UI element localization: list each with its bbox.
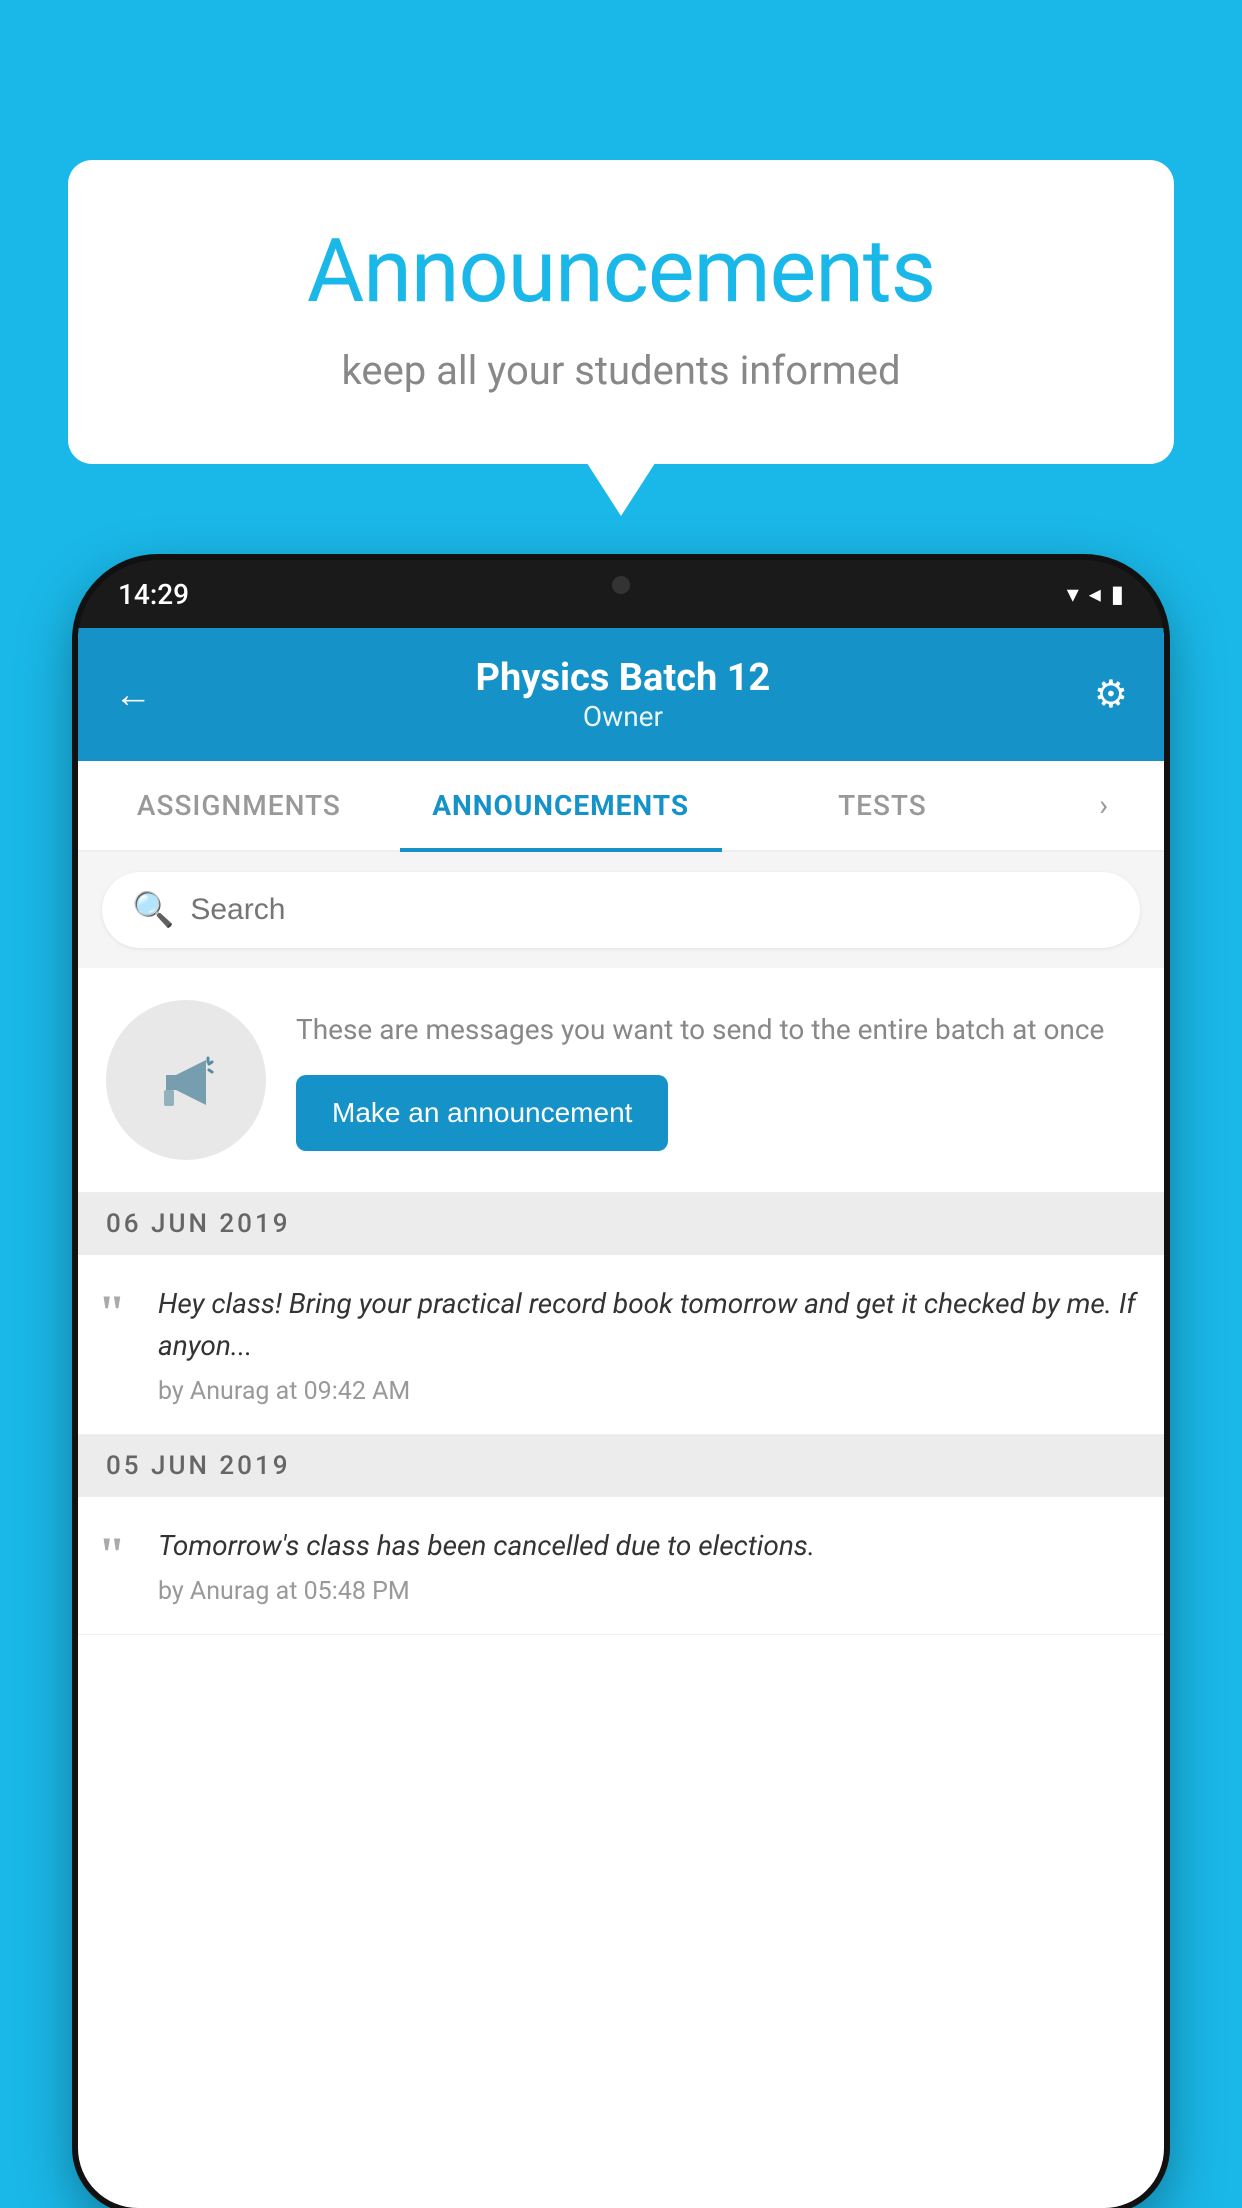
announcements-heading: Announcements — [118, 220, 1124, 323]
announcement-meta-2: by Anurag at 05:48 PM — [158, 1577, 1136, 1606]
announcement-item-2[interactable]: " Tomorrow's class has been cancelled du… — [78, 1497, 1164, 1635]
camera — [612, 576, 630, 594]
megaphone-icon — [146, 1040, 226, 1120]
status-bar: 14:29 ▾ ◂ ▮ — [78, 560, 1164, 628]
date-separator-1: 06 JUN 2019 — [78, 1193, 1164, 1255]
back-button[interactable]: ← — [114, 673, 152, 717]
announcement-content-2: Tomorrow's class has been cancelled due … — [158, 1525, 1136, 1606]
app-bar-title: Physics Batch 12 — [152, 656, 1094, 700]
status-icons: ▾ ◂ ▮ — [1067, 580, 1124, 608]
search-input[interactable] — [190, 893, 1110, 927]
tab-announcements[interactable]: ANNOUNCEMENTS — [400, 761, 722, 850]
battery-icon: ▮ — [1111, 580, 1124, 608]
phone-notch — [541, 560, 701, 610]
app-bar: ← Physics Batch 12 Owner ⚙ — [78, 628, 1164, 761]
tab-assignments[interactable]: ASSIGNMENTS — [78, 761, 400, 850]
announcement-item-1[interactable]: " Hey class! Bring your practical record… — [78, 1255, 1164, 1435]
announcements-subtitle: keep all your students informed — [118, 347, 1124, 394]
search-box: 🔍 — [102, 872, 1140, 948]
tabs-bar: ASSIGNMENTS ANNOUNCEMENTS TESTS › — [78, 761, 1164, 852]
announcement-text-2: Tomorrow's class has been cancelled due … — [158, 1525, 1136, 1567]
settings-icon[interactable]: ⚙ — [1094, 672, 1128, 717]
app-bar-subtitle: Owner — [152, 700, 1094, 733]
make-announcement-button[interactable]: Make an announcement — [296, 1075, 668, 1151]
speech-bubble: Announcements keep all your students inf… — [68, 160, 1174, 464]
tab-tests[interactable]: TESTS — [722, 761, 1044, 850]
announcement-text-1: Hey class! Bring your practical record b… — [158, 1283, 1136, 1367]
announcement-promo: These are messages you want to send to t… — [78, 968, 1164, 1193]
signal-icon: ◂ — [1089, 580, 1101, 608]
announcement-content-1: Hey class! Bring your practical record b… — [158, 1283, 1136, 1406]
search-container: 🔍 — [78, 852, 1164, 968]
date-separator-2: 05 JUN 2019 — [78, 1435, 1164, 1497]
quote-icon-2: " — [98, 1529, 138, 1579]
speech-bubble-container: Announcements keep all your students inf… — [68, 160, 1174, 464]
quote-icon-1: " — [98, 1287, 138, 1337]
app-bar-title-container: Physics Batch 12 Owner — [152, 656, 1094, 733]
announcement-promo-content: These are messages you want to send to t… — [296, 1009, 1136, 1151]
announcement-promo-text: These are messages you want to send to t… — [296, 1009, 1136, 1051]
phone-frame: 14:29 ▾ ◂ ▮ ← Physics Batch 12 Owner ⚙ A… — [78, 560, 1164, 2208]
search-icon: 🔍 — [132, 890, 174, 930]
wifi-icon: ▾ — [1067, 580, 1079, 608]
phone-screen: ← Physics Batch 12 Owner ⚙ ASSIGNMENTS A… — [78, 628, 1164, 2208]
announcement-icon-circle — [106, 1000, 266, 1160]
announcement-meta-1: by Anurag at 09:42 AM — [158, 1377, 1136, 1406]
tab-more[interactable]: › — [1043, 761, 1164, 850]
status-time: 14:29 — [118, 578, 189, 611]
